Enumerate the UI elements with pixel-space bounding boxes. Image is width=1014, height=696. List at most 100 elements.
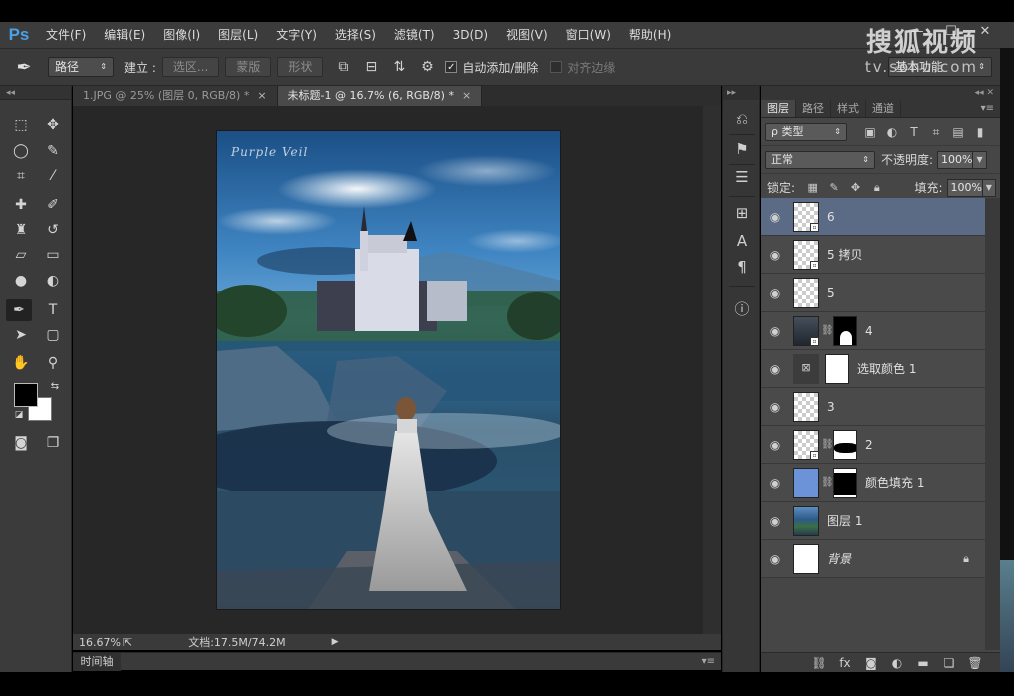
menu-select[interactable]: 选择(S) [327, 22, 386, 48]
make-mask-button[interactable]: 蒙版 [225, 57, 272, 77]
canvas-area[interactable]: Purple Veil [73, 106, 703, 634]
layer-row-background[interactable]: ◉ 背景 🔒︎ [761, 540, 985, 578]
path-arrangement-icon[interactable]: ⇅ [385, 55, 413, 79]
path-operations-icon[interactable]: ⧉ [329, 55, 357, 79]
layer-mask-thumbnail[interactable] [833, 315, 857, 346]
visibility-eye-icon[interactable]: ◉ [761, 400, 789, 414]
tab-styles[interactable]: 样式 [831, 100, 866, 117]
visibility-eye-icon[interactable]: ◉ [761, 514, 789, 528]
export-icon[interactable]: ⇱ [123, 636, 132, 649]
menu-type[interactable]: 文字(Y) [268, 22, 327, 48]
rectangle-shape-icon[interactable]: ▢ [40, 324, 66, 346]
spot-healing-icon[interactable]: ✚ [8, 194, 34, 216]
hand-icon[interactable]: ✋ [8, 352, 34, 374]
align-edges-checkbox[interactable]: 对齐边缘 [550, 59, 615, 76]
filter-toggle-icon[interactable]: ▮ [971, 123, 989, 141]
panel-collapse-icon[interactable]: ◂◂ [0, 86, 71, 100]
layer-style-icon[interactable]: fx [832, 656, 858, 670]
eraser-icon[interactable]: ▱ [8, 244, 34, 266]
dock-collapse-icon[interactable]: ▸▸ [723, 86, 759, 100]
quick-mask-icon[interactable]: ◙ [8, 432, 34, 454]
tool-presets-icon[interactable]: ☰ [730, 166, 754, 188]
menu-3d[interactable]: 3D(D) [445, 22, 498, 48]
dodge-icon[interactable]: ◐ [40, 270, 66, 292]
layer-filter-select[interactable]: ρ 类型 ⇕ [765, 122, 847, 141]
pen-mode-select[interactable]: 路径 ⇕ [48, 57, 114, 77]
lock-icon[interactable]: 🔒︎ [963, 552, 969, 566]
visibility-eye-icon[interactable]: ◉ [761, 362, 789, 376]
menu-window[interactable]: 窗口(W) [558, 22, 621, 48]
new-layer-icon[interactable]: ❏ [936, 656, 962, 670]
layer-row-2[interactable]: ◉ ▫ ⛓ 2 [761, 426, 985, 464]
brush-presets-icon[interactable]: ⚑ [730, 138, 754, 160]
filter-type-icon[interactable]: T [905, 123, 923, 141]
zoom-icon[interactable]: ⚲ [40, 352, 66, 374]
mask-link-icon[interactable]: ⛓ [821, 477, 834, 488]
close-tab-icon[interactable]: × [462, 89, 471, 102]
link-layers-icon[interactable]: ⛓ [806, 656, 832, 670]
new-adjustment-icon[interactable]: ◐ [884, 656, 910, 670]
zoom-level[interactable]: 16.67% [73, 636, 123, 649]
lock-position-icon[interactable]: ✥ [848, 180, 863, 196]
opacity-dropdown-icon[interactable]: ▼ [973, 150, 988, 169]
paragraph-panel-icon[interactable]: ¶ [730, 256, 754, 278]
tab-1-jpg[interactable]: 1.JPG @ 25% (图层 0, RGB/8) * × [73, 86, 278, 106]
layer-row-5-copy[interactable]: ◉ ▫ 5 拷贝 [761, 236, 985, 274]
fill-input[interactable]: 100% [946, 178, 983, 197]
auto-add-delete-checkbox[interactable]: ✓ 自动添加/删除 [445, 59, 538, 76]
visibility-eye-icon[interactable]: ◉ [761, 438, 789, 452]
status-menu-arrow-icon[interactable]: ▶ [332, 637, 339, 647]
gear-icon[interactable]: ⚙ [413, 55, 441, 79]
layer-row-color-fill[interactable]: ◉ ⛓ 颜色填充 1 [761, 464, 985, 502]
gradient-icon[interactable]: ▭ [40, 244, 66, 266]
path-alignment-icon[interactable]: ⊟ [357, 55, 385, 79]
layer-row-selective-color[interactable]: ◉ ⊠ 选取颜色 1 [761, 350, 985, 388]
panel-collapse-icon[interactable]: ◂◂ ✕ [761, 86, 1000, 100]
menu-view[interactable]: 视图(V) [498, 22, 558, 48]
default-colors-icon[interactable]: ◪ [6, 404, 32, 426]
character-panel-icon[interactable]: A [730, 230, 754, 252]
layer-mask-thumbnail[interactable] [833, 467, 857, 498]
visibility-eye-icon[interactable]: ◉ [761, 324, 789, 338]
layer-row-5[interactable]: ◉ 5 [761, 274, 985, 312]
lasso-icon[interactable]: ◯ [8, 140, 34, 162]
lock-transparent-icon[interactable]: ▦ [805, 180, 820, 196]
layer-mask-thumbnail[interactable] [833, 429, 857, 460]
lock-all-icon[interactable]: 🔒︎ [869, 180, 884, 196]
quick-selection-icon[interactable]: ✎ [40, 140, 66, 162]
pen-icon[interactable]: ✒ [6, 299, 32, 321]
menu-filter[interactable]: 滤镜(T) [386, 22, 445, 48]
layers-scrollbar[interactable] [985, 198, 1000, 650]
menu-file[interactable]: 文件(F) [38, 22, 96, 48]
info-icon[interactable]: ⓘ [730, 298, 754, 320]
move-tool-icon[interactable]: ✥ [40, 114, 66, 136]
clone-stamp-icon[interactable]: ♜ [8, 219, 34, 241]
checkbox-checked-icon[interactable]: ✓ [445, 61, 458, 73]
visibility-eye-icon[interactable]: ◉ [761, 210, 789, 224]
mask-link-icon[interactable]: ⛓ [821, 325, 834, 336]
mask-link-icon[interactable]: ⛓ [821, 439, 834, 450]
filter-pixel-icon[interactable]: ▣ [861, 123, 879, 141]
pen-tool-preset-icon[interactable]: ✒ [0, 48, 48, 86]
history-brush-icon[interactable]: ↺ [40, 219, 66, 241]
layer-mask-thumbnail[interactable] [825, 353, 849, 384]
swap-colors-icon[interactable]: ⇆ [42, 376, 68, 398]
timeline-tab[interactable]: 时间轴 [73, 653, 121, 671]
tab-paths[interactable]: 路径 [796, 100, 831, 117]
visibility-eye-icon[interactable]: ◉ [761, 248, 789, 262]
fill-dropdown-icon[interactable]: ▼ [982, 178, 997, 197]
delete-layer-icon[interactable]: 🗑︎ [962, 656, 988, 670]
menu-help[interactable]: 帮助(H) [621, 22, 681, 48]
layer-row-3[interactable]: ◉ 3 [761, 388, 985, 426]
clone-source-icon[interactable]: ⊞ [730, 202, 754, 224]
close-tab-icon[interactable]: × [257, 89, 266, 102]
new-group-icon[interactable]: ▬ [910, 656, 936, 670]
crop-icon[interactable]: ⌗ [8, 165, 34, 187]
layer-row-4[interactable]: ◉ ▫ ⛓ 4 [761, 312, 985, 350]
menu-edit[interactable]: 编辑(E) [96, 22, 155, 48]
tab-layers[interactable]: 图层 [761, 100, 796, 117]
opacity-input[interactable]: 100% [937, 150, 974, 169]
menu-layer[interactable]: 图层(L) [210, 22, 268, 48]
screen-mode-icon[interactable]: ❐ [40, 432, 66, 454]
type-icon[interactable]: T [40, 299, 66, 321]
